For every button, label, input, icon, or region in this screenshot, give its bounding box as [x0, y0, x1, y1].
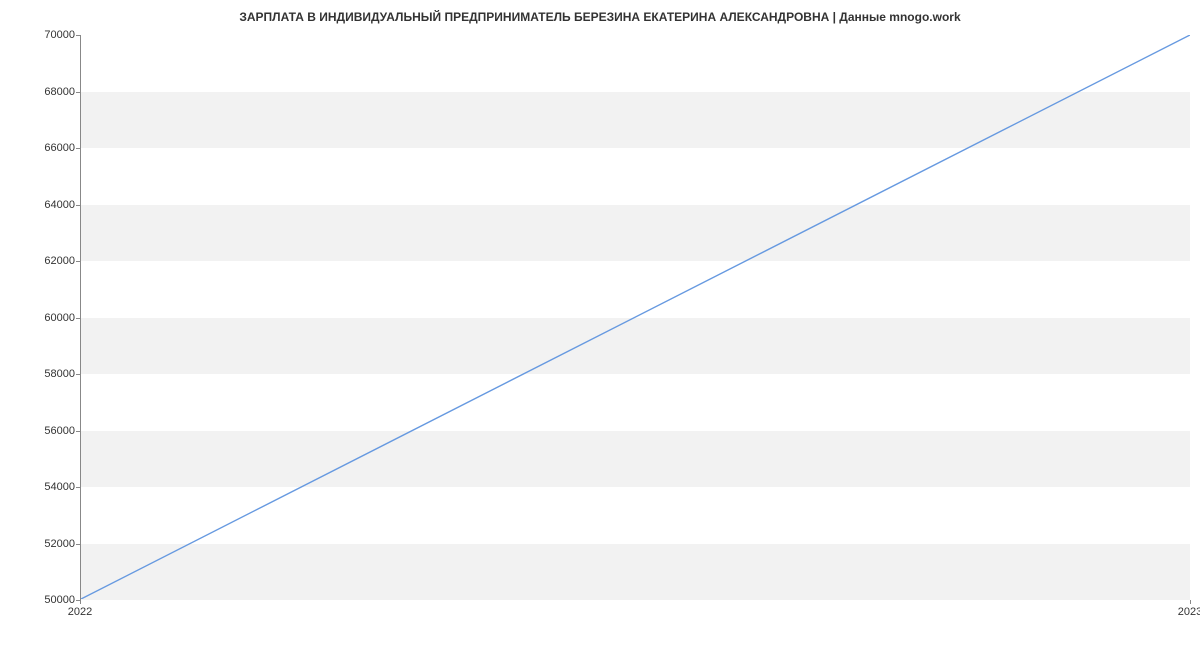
y-tick-mark: [76, 431, 80, 432]
x-tick-mark: [1190, 600, 1191, 604]
y-tick-mark: [76, 92, 80, 93]
y-tick-label: 58000: [15, 368, 75, 380]
y-tick-mark: [76, 374, 80, 375]
chart-container: ЗАРПЛАТА В ИНДИВИДУАЛЬНЫЙ ПРЕДПРИНИМАТЕЛ…: [0, 0, 1200, 650]
y-tick-label: 68000: [15, 86, 75, 98]
y-tick-label: 62000: [15, 255, 75, 267]
chart-title: ЗАРПЛАТА В ИНДИВИДУАЛЬНЫЙ ПРЕДПРИНИМАТЕЛ…: [0, 10, 1200, 24]
y-tick-mark: [76, 35, 80, 36]
x-tick-label: 2022: [68, 606, 92, 618]
plot-area: [80, 35, 1190, 600]
y-tick-label: 54000: [15, 481, 75, 493]
y-tick-label: 66000: [15, 142, 75, 154]
y-tick-mark: [76, 148, 80, 149]
y-tick-mark: [76, 318, 80, 319]
x-tick-mark: [80, 600, 81, 604]
line-series: [81, 35, 1190, 599]
y-tick-mark: [76, 261, 80, 262]
y-tick-mark: [76, 487, 80, 488]
y-tick-label: 50000: [15, 594, 75, 606]
y-tick-mark: [76, 544, 80, 545]
y-tick-label: 56000: [15, 425, 75, 437]
y-tick-label: 52000: [15, 538, 75, 550]
y-tick-label: 60000: [15, 312, 75, 324]
x-tick-label: 2023: [1178, 606, 1200, 618]
y-tick-mark: [76, 205, 80, 206]
y-tick-label: 70000: [15, 29, 75, 41]
y-tick-label: 64000: [15, 199, 75, 211]
